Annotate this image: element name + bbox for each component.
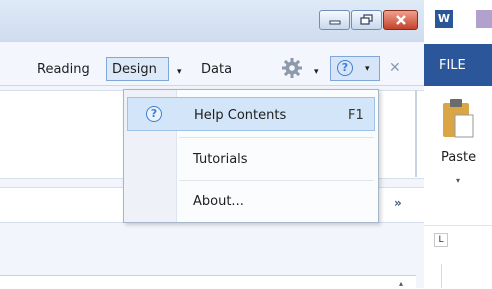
word-title-bar: W [424, 0, 492, 42]
tab-data[interactable]: Data [201, 62, 232, 77]
menu-item-label: About... [193, 194, 244, 209]
paste-icon[interactable] [441, 97, 475, 139]
ruler-line [441, 264, 442, 288]
title-bar [0, 0, 424, 42]
paste-label[interactable]: Paste [441, 150, 476, 165]
close-button[interactable] [383, 10, 418, 30]
chevron-down-icon[interactable]: ▾ [177, 67, 182, 77]
content-pane-bottom [0, 275, 416, 289]
restore-icon [359, 14, 373, 25]
menu-item-tutorials[interactable]: Tutorials [127, 142, 375, 176]
help-icon: ? [146, 106, 162, 122]
toolbar-close-icon[interactable]: ✕ [389, 60, 401, 76]
minimize-button[interactable] [319, 10, 350, 30]
menu-separator [179, 137, 374, 138]
tab-file[interactable]: FILE [439, 58, 466, 73]
toolbar: Reading Design ▾ Data ▾ ? ▾ ✕ [0, 43, 424, 86]
paste-dropdown-icon[interactable]: ▾ [456, 176, 460, 185]
pane-divider [415, 90, 417, 177]
help-button[interactable]: ? ▾ [330, 56, 380, 81]
menu-separator [179, 180, 374, 181]
restore-button[interactable] [351, 10, 382, 30]
menu-item-label: Tutorials [193, 152, 248, 167]
ribbon-divider [424, 225, 492, 226]
application-window: Reading Design ▾ Data ▾ ? ▾ ✕ » ▴ ? Help… [0, 0, 424, 289]
scroll-up-icon[interactable]: ▴ [399, 279, 403, 288]
close-icon [395, 15, 406, 25]
ruler-tab-selector[interactable]: L [434, 233, 448, 247]
tab-reading[interactable]: Reading [37, 62, 90, 77]
minimize-icon [329, 20, 340, 25]
help-icon: ? [337, 60, 353, 76]
word-logo-icon: W [435, 10, 453, 28]
menu-item-shortcut: F1 [348, 108, 364, 123]
menu-item-label: Help Contents [194, 108, 287, 123]
menu-item-about[interactable]: About... [127, 184, 375, 218]
quick-access-icon[interactable] [476, 10, 492, 28]
gear-dropdown-icon[interactable]: ▾ [314, 67, 319, 77]
word-window: W FILE Paste ▾ L [424, 0, 492, 288]
menu-item-help-contents[interactable]: ? Help Contents F1 [127, 97, 375, 131]
help-dropdown-icon: ▾ [365, 64, 370, 74]
help-menu: ? Help Contents F1 Tutorials About... [123, 89, 379, 223]
word-ribbon-tabs: FILE [424, 44, 492, 86]
tab-design[interactable]: Design [106, 57, 169, 81]
expand-chevron-icon[interactable]: » [394, 196, 402, 210]
gear-icon[interactable] [281, 57, 303, 79]
